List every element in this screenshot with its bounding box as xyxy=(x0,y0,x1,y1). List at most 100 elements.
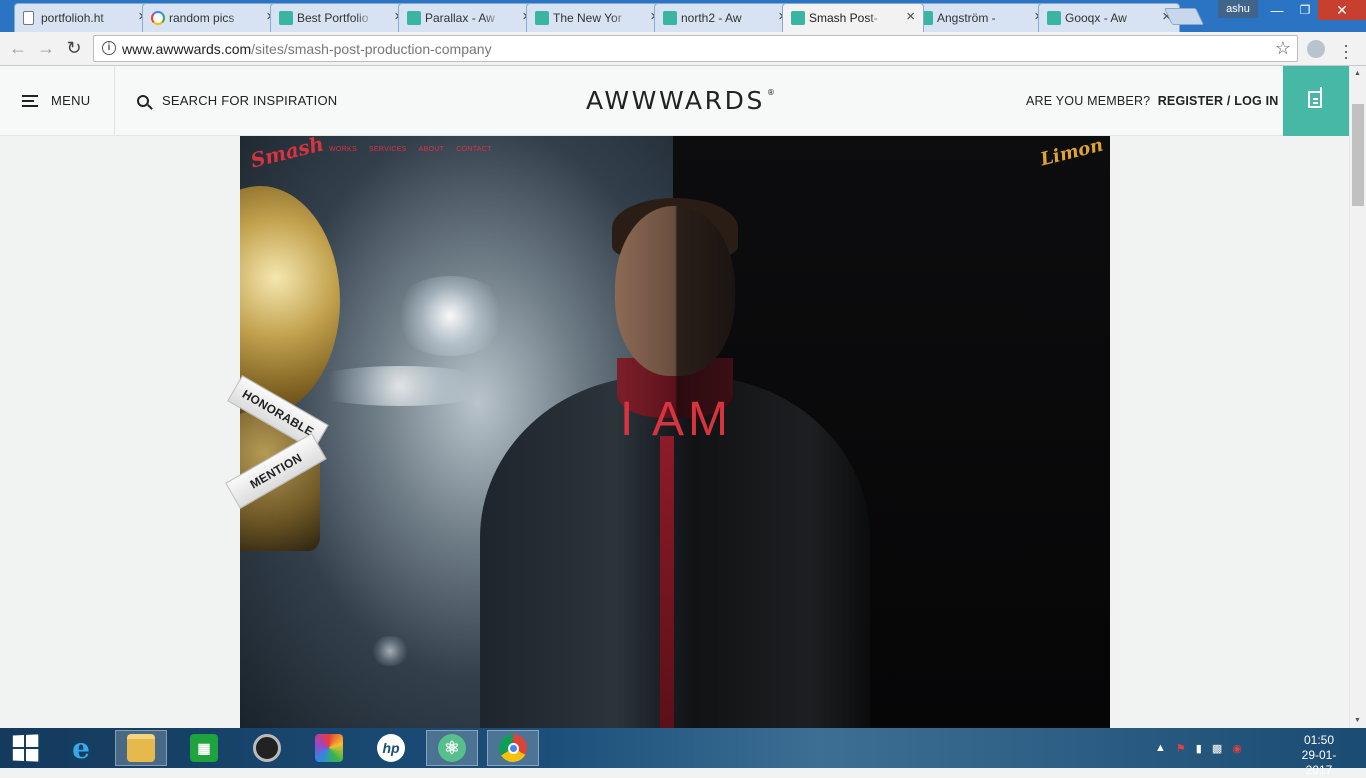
battery-icon[interactable]: ▮ xyxy=(1196,742,1202,755)
camera-icon[interactable] xyxy=(241,730,293,766)
url-domain: www.awwwards.com xyxy=(122,41,252,57)
submit-site-button[interactable] xyxy=(1283,66,1349,136)
tab-title: north2 - Aw xyxy=(681,11,742,25)
address-bar[interactable]: i www.awwwards.com/sites/smash-post-prod… xyxy=(93,35,1298,62)
minimize-icon[interactable]: — xyxy=(1262,0,1292,20)
preview-nav-item: ABOUT xyxy=(418,146,445,153)
clock-date: 29-01-2017 xyxy=(1301,748,1337,777)
awwwards-icon xyxy=(407,11,421,25)
photos-icon[interactable] xyxy=(303,730,355,766)
tab-title: Smash Post- xyxy=(809,11,878,25)
browser-tab-active[interactable]: Smash Post- × xyxy=(782,3,924,32)
forward-icon[interactable]: → xyxy=(36,38,56,58)
hamburger-icon xyxy=(22,94,38,107)
atom-icon[interactable]: ⚛ xyxy=(426,730,478,766)
honorable-mention-ribbon: HONORABLE MENTION xyxy=(225,364,329,514)
browser-tab[interactable]: portfolioh.ht × xyxy=(14,3,156,32)
extension-icon[interactable] xyxy=(1307,40,1325,58)
browser-tab[interactable]: Parallax - Aw × xyxy=(398,3,540,32)
info-icon[interactable]: i xyxy=(102,41,116,55)
taskbar-clock[interactable]: 01:50 29-01-2017 xyxy=(1289,733,1349,778)
tab-title: Best Portfolio xyxy=(297,11,369,25)
register-link[interactable]: REGISTER xyxy=(1158,94,1224,108)
search-icon xyxy=(137,94,149,107)
chrome-icon[interactable] xyxy=(487,730,539,766)
stadium-light xyxy=(390,276,510,356)
site-header: MENU SEARCH FOR INSPIRATION AWWWARDS ® AR… xyxy=(0,66,1349,136)
registered-mark: ® xyxy=(766,88,775,97)
awwwards-icon xyxy=(791,11,805,25)
browser-toolbar: ← → ↻ i www.awwwards.com/sites/smash-pos… xyxy=(0,32,1366,66)
login-link[interactable]: LOG IN xyxy=(1234,94,1278,108)
awwwards-icon xyxy=(663,11,677,25)
file-explorer-icon[interactable] xyxy=(115,730,167,766)
bookmark-star-icon[interactable]: ☆ xyxy=(1275,38,1291,59)
menu-button[interactable]: MENU xyxy=(0,66,115,135)
browser-tab[interactable]: Gooqx - Aw × xyxy=(1038,3,1180,32)
preview-nav: WORKS SERVICES ABOUT CONTACT xyxy=(329,146,492,153)
new-tab-button[interactable] xyxy=(1164,8,1204,25)
awwwards-logo[interactable]: AWWWARDS ® xyxy=(586,86,775,115)
url-text[interactable]: www.awwwards.com/sites/smash-post-produc… xyxy=(122,41,492,57)
tab-title: random pics xyxy=(169,11,235,25)
close-window-icon[interactable]: ✕ xyxy=(1318,0,1366,20)
google-icon xyxy=(151,11,165,25)
scrollbar-thumb[interactable] xyxy=(1352,104,1364,206)
ribbon-line-2: MENTION xyxy=(225,433,327,509)
hero-headline: I AM xyxy=(620,393,733,446)
tab-title: portfolioh.ht xyxy=(41,11,104,25)
tab-title: Angström - xyxy=(937,11,996,25)
preview-nav-item: WORKS xyxy=(329,146,357,153)
reload-icon[interactable]: ↻ xyxy=(64,38,84,58)
more-menu-icon[interactable]: ... xyxy=(1341,32,1351,62)
preview-nav-item: SERVICES xyxy=(368,146,407,153)
stadium-light xyxy=(300,366,500,406)
back-icon[interactable]: ← xyxy=(8,38,28,58)
windows-taskbar: e ▦ hp ⚛ ▲ ⚑ ▮ ▩ ◉ 01:50 29-01-2017 xyxy=(0,728,1366,777)
network-signal-icon[interactable]: ▩ xyxy=(1212,742,1222,755)
close-icon[interactable]: × xyxy=(906,9,915,25)
browser-tab[interactable]: Angström - × xyxy=(910,3,1052,32)
clock-time: 01:50 xyxy=(1303,733,1335,747)
store-icon[interactable]: ▦ xyxy=(178,730,230,766)
search-button[interactable]: SEARCH FOR INSPIRATION xyxy=(137,66,337,135)
scroll-down-icon[interactable]: ▼ xyxy=(1354,717,1361,724)
system-tray: ▲ ⚑ ▮ ▩ ◉ xyxy=(1155,728,1242,768)
member-question: ARE YOU MEMBER? xyxy=(1026,94,1151,108)
search-label: SEARCH FOR INSPIRATION xyxy=(162,93,338,108)
member-prompt: ARE YOU MEMBER? REGISTER / LOG IN xyxy=(1026,94,1279,108)
tab-title: Parallax - Aw xyxy=(425,11,495,25)
browser-tab[interactable]: north2 - Aw × xyxy=(654,3,796,32)
action-center-flag-icon[interactable]: ⚑ xyxy=(1176,742,1186,755)
separator: / xyxy=(1226,94,1231,108)
site-preview-image[interactable]: Smash WORKS SERVICES ABOUT CONTACT Limon… xyxy=(240,136,1110,728)
browser-tab[interactable]: Best Portfolio × xyxy=(270,3,412,32)
document-icon xyxy=(23,11,34,25)
face xyxy=(615,206,735,376)
awwwards-icon xyxy=(535,11,549,25)
awwwards-icon xyxy=(1047,11,1061,25)
internet-explorer-icon[interactable]: e xyxy=(55,730,107,766)
start-button[interactable] xyxy=(0,730,50,766)
logo-text: AWWWARDS xyxy=(586,86,765,115)
windows-logo-icon xyxy=(12,734,39,762)
zipper xyxy=(660,436,674,728)
browser-tab[interactable]: The New Yor × xyxy=(526,3,668,32)
volume-muted-icon[interactable]: ◉ xyxy=(1232,742,1242,755)
browser-tab-strip: portfolioh.ht × random pics × Best Portf… xyxy=(0,0,1366,32)
scroll-up-icon[interactable]: ▲ xyxy=(1354,70,1361,77)
show-hidden-icons-icon[interactable]: ▲ xyxy=(1155,742,1166,754)
preview-nav-item: CONTACT xyxy=(456,146,492,153)
page-scrollbar[interactable]: ▲ ▼ xyxy=(1349,66,1366,728)
menu-label: MENU xyxy=(51,93,91,108)
submit-document-icon xyxy=(1308,87,1322,108)
browser-tab[interactable]: random pics × xyxy=(142,3,284,32)
awwwards-icon xyxy=(279,11,293,25)
restore-icon[interactable]: ❐ xyxy=(1292,0,1318,20)
stadium-light xyxy=(370,636,410,666)
tab-title: The New Yor xyxy=(553,11,622,25)
hp-icon[interactable]: hp xyxy=(365,730,417,766)
profile-button[interactable]: ashu xyxy=(1218,0,1258,18)
tab-title: Gooqx - Aw xyxy=(1065,11,1127,25)
url-path: /sites/smash-post-production-company xyxy=(251,41,492,57)
